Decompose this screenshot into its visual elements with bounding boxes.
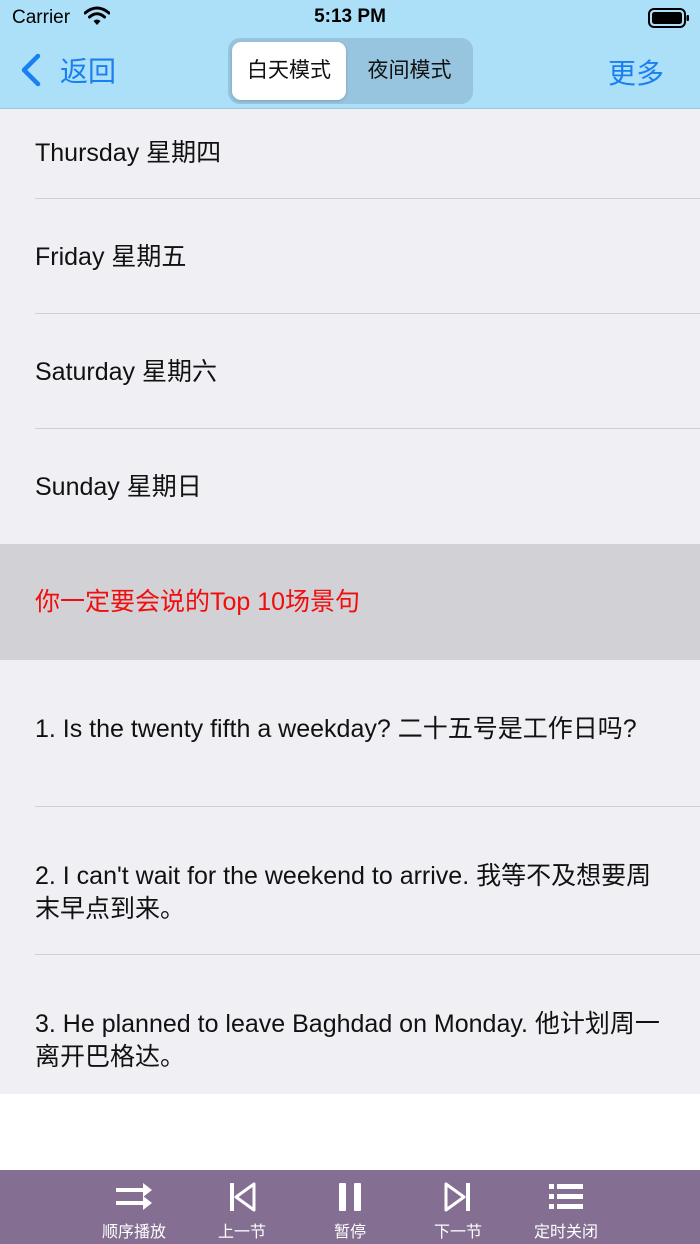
previous-button[interactable]: 上一节 (197, 1170, 287, 1244)
mode-segmented-control: 白天模式 夜间模式 (228, 38, 473, 104)
list-item[interactable]: 3. He planned to leave Baghdad on Monday… (0, 955, 700, 1094)
sleep-timer-button[interactable]: 定时关闭 (521, 1170, 611, 1244)
list-item-text: Thursday 星期四 (35, 139, 222, 167)
list-item[interactable]: 2. I can't wait for the weekend to arriv… (0, 807, 700, 955)
list-item[interactable]: 1. Is the twenty fifth a weekday? 二十五号是工… (0, 660, 700, 807)
next-label: 下一节 (433, 1224, 482, 1241)
sleep-timer-label: 定时关闭 (533, 1224, 598, 1241)
battery-icon (648, 8, 690, 28)
back-button[interactable]: 返回 (18, 50, 116, 90)
list-item-text: Saturday 星期六 (35, 358, 218, 386)
list-item-text: Sunday 星期日 (35, 473, 202, 501)
chevron-left-icon (18, 53, 42, 87)
next-button[interactable]: 下一节 (413, 1170, 503, 1244)
play-order-label: 顺序播放 (101, 1224, 166, 1241)
list-item-text: Friday 星期五 (35, 243, 187, 271)
segment-day-mode[interactable]: 白天模式 (232, 42, 346, 100)
list-item-text: 2. I can't wait for the weekend to arriv… (35, 862, 652, 923)
player-toolbar: 顺序播放 上一节 暂停 下一节 定时关闭 (0, 1170, 700, 1244)
pause-label: 暂停 (333, 1224, 366, 1241)
list-item[interactable]: Sunday 星期日 (0, 429, 700, 544)
section-header: 你一定要会说的Top 10场景句 (0, 544, 700, 660)
lesson-list: Thursday 星期四 Friday 星期五 Saturday 星期六 Sun… (0, 109, 700, 1094)
more-button[interactable]: 更多 (608, 52, 664, 92)
status-time: 5:13 PM (314, 6, 386, 27)
status-bar: Carrier 5:13 PM (0, 0, 700, 36)
back-label: 返回 (60, 56, 117, 87)
section-header-text: 你一定要会说的Top 10场景句 (35, 588, 361, 616)
segment-night-mode[interactable]: 夜间模式 (350, 42, 469, 100)
previous-label: 上一节 (217, 1224, 266, 1241)
play-order-button[interactable]: 顺序播放 (89, 1170, 179, 1244)
list-item[interactable]: Thursday 星期四 (0, 109, 700, 199)
pause-button[interactable]: 暂停 (305, 1170, 395, 1244)
list-item[interactable]: Friday 星期五 (0, 199, 700, 314)
nav-bar: 返回 白天模式 夜间模式 更多 (0, 36, 700, 109)
list-item-text: 3. He planned to leave Baghdad on Monday… (35, 1010, 660, 1071)
list-item-text: 1. Is the twenty fifth a weekday? 二十五号是工… (35, 715, 637, 743)
list-item[interactable]: Saturday 星期六 (0, 314, 700, 429)
